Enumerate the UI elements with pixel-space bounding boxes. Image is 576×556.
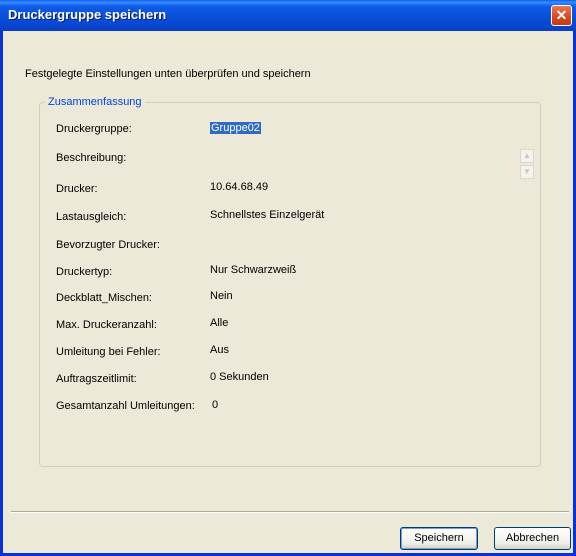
value-printer-type: Nur Schwarzweiß: [210, 264, 297, 276]
label-printer-group: Druckergruppe:: [56, 123, 132, 135]
scroll-up-icon[interactable]: ▲: [520, 149, 534, 163]
window-title: Druckergruppe speichern: [8, 7, 167, 22]
value-printer-group[interactable]: Gruppe02: [210, 122, 261, 134]
title-bar[interactable]: Druckergruppe speichern ✕: [0, 0, 576, 31]
value-load-balancing: Schnellstes Einzelgerät: [210, 209, 325, 221]
value-job-timeout: 0 Sekunden: [210, 371, 269, 383]
label-preferred-printer: Bevorzugter Drucker:: [56, 239, 160, 251]
intro-text: Festgelegte Einstellungen unten überprüf…: [25, 68, 311, 80]
summary-legend: Zusammenfassung: [45, 96, 145, 108]
label-load-balancing: Lastausgleich:: [56, 211, 127, 223]
save-printer-group-dialog: Druckergruppe speichern ✕ Festgelegte Ei…: [0, 0, 576, 556]
value-printer: 10.64.68.49: [210, 181, 269, 193]
close-icon[interactable]: ✕: [551, 5, 572, 26]
description-scrollbar[interactable]: ▲ ▼: [520, 149, 534, 181]
value-max-printers: Alle: [210, 317, 229, 329]
label-total-redirects: Gesamtanzahl Umleitungen:: [56, 400, 195, 412]
value-redirect-on-error: Aus: [210, 344, 229, 356]
scroll-down-icon[interactable]: ▼: [520, 165, 534, 179]
label-max-printers: Max. Druckeranzahl:: [56, 319, 157, 331]
value-cover-sheet-mix: Nein: [210, 290, 233, 302]
cancel-button[interactable]: Abbrechen: [494, 527, 571, 550]
save-button[interactable]: Speichern: [400, 527, 478, 550]
label-description: Beschreibung:: [56, 152, 127, 164]
summary-group: Zusammenfassung Druckergruppe: Gruppe02 …: [39, 96, 541, 467]
label-cover-sheet-mix: Deckblatt_Mischen:: [56, 292, 152, 304]
value-total-redirects: 0: [212, 399, 219, 411]
label-printer-type: Druckertyp:: [56, 266, 113, 278]
label-redirect-on-error: Umleitung bei Fehler:: [56, 346, 161, 358]
button-divider: [11, 511, 569, 513]
label-printer: Drucker:: [56, 183, 98, 195]
label-job-timeout: Auftragszeitlimit:: [56, 373, 137, 385]
